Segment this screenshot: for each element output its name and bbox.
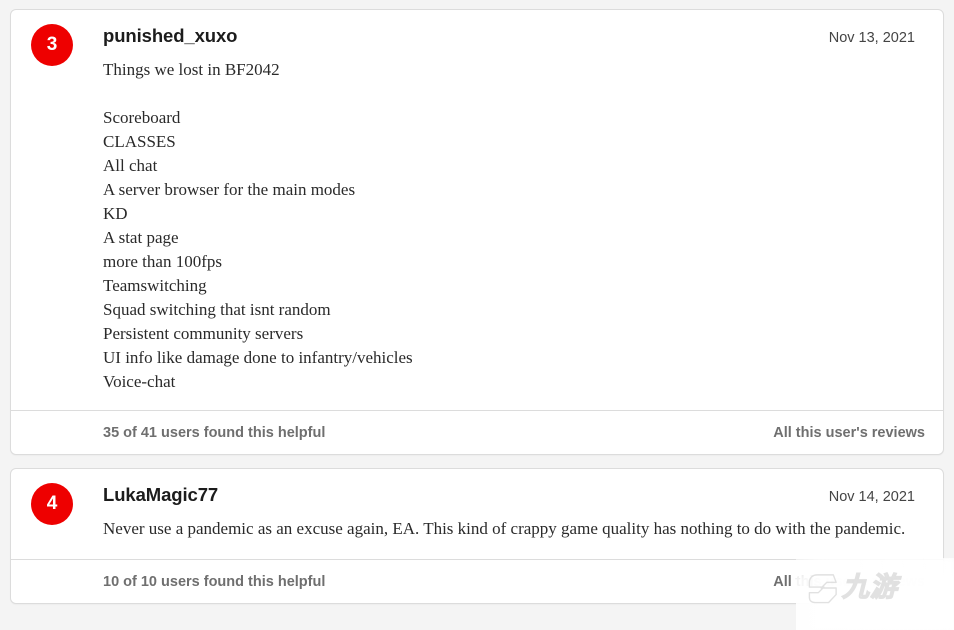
review-body: 3 punished_xuxo Nov 13, 2021 Things we l… [11, 10, 943, 410]
review-body: 4 LukaMagic77 Nov 14, 2021 Never use a p… [11, 469, 943, 559]
review-date: Nov 14, 2021 [828, 489, 915, 505]
review-card: 4 LukaMagic77 Nov 14, 2021 Never use a p… [10, 468, 944, 604]
all-user-reviews-link[interactable]: All this user's reviews [773, 425, 925, 441]
review-date: Nov 13, 2021 [828, 30, 915, 46]
review-rank-badge: 4 [31, 483, 73, 525]
review-username[interactable]: punished_xuxo [103, 24, 237, 48]
review-card: 3 punished_xuxo Nov 13, 2021 Things we l… [10, 9, 944, 455]
review-header: LukaMagic77 Nov 14, 2021 [103, 483, 915, 509]
reviews-page: 3 punished_xuxo Nov 13, 2021 Things we l… [0, 0, 954, 630]
helpful-count-label: 35 of 41 users found this helpful [103, 424, 326, 441]
review-text: Never use a pandemic as an excuse again,… [103, 519, 906, 538]
review-content: punished_xuxo Nov 13, 2021 Things we los… [103, 24, 915, 394]
all-user-reviews-link[interactable]: All this user's reviews [773, 574, 925, 590]
review-content: LukaMagic77 Nov 14, 2021 Never use a pan… [103, 483, 915, 541]
review-header: punished_xuxo Nov 13, 2021 [103, 24, 915, 50]
helpful-count-label: 10 of 10 users found this helpful [103, 573, 326, 590]
review-username[interactable]: LukaMagic77 [103, 483, 218, 507]
review-footer: 10 of 10 users found this helpful All th… [11, 559, 943, 603]
review-footer: 35 of 41 users found this helpful All th… [11, 410, 943, 454]
review-text: Things we lost in BF2042 Scoreboard CLAS… [103, 60, 413, 391]
review-rank-badge: 3 [31, 24, 73, 66]
